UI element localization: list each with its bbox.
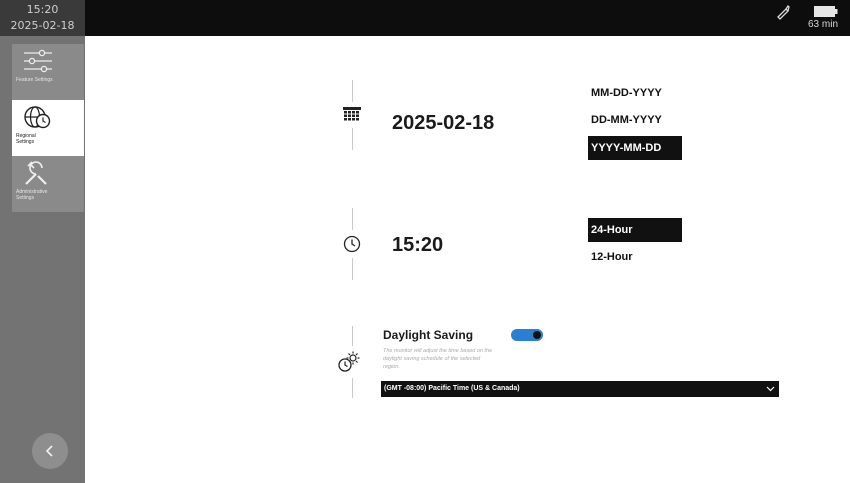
battery-remaining: 63 min [808,19,839,30]
clock-icon [343,235,361,253]
tools-icon [25,161,47,185]
daylight-saving-icon [338,351,360,372]
probe-icon [777,4,790,20]
sidebar-item-regional-settings[interactable]: Regional Settings [12,100,84,156]
sidebar-item-label: Feature Settings [16,77,53,83]
chevron-down-icon [766,386,775,392]
date-format-yyyy-mm-dd[interactable]: YYYY-MM-DD [588,136,682,160]
toggle-knob [533,331,541,339]
timezone-select[interactable]: (GMT -08:00) Pacific Time (US & Canada) [381,381,779,397]
divider [352,378,353,398]
calendar-icon [343,107,361,121]
status-indicators: 63 min [774,3,844,33]
divider [352,258,353,280]
status-date: 2025-02-18 [10,19,75,32]
battery-icon [814,6,838,17]
date-format-dd-mm-yyyy[interactable]: DD-MM-YYYY [588,108,682,132]
time-format-12-hour[interactable]: 12-Hour [588,245,682,269]
sliders-icon [24,49,52,73]
sidebar-item-administrative-settings[interactable]: Administrative Settings [12,156,84,212]
date-format-mm-dd-yyyy[interactable]: MM-DD-YYYY [588,81,682,105]
time-value: 15:20 [392,234,444,256]
divider [352,208,353,230]
status-bar: 15:20 2025-02-18 63 min [0,0,850,36]
sidebar: Feature Settings Regional Settings Admin… [0,36,85,483]
divider [352,128,353,150]
daylight-saving-toggle[interactable] [511,329,543,341]
globe-clock-icon [24,106,51,129]
sidebar-item-label: Regional Settings [16,133,36,145]
sidebar-item-label: Administrative Settings [16,189,48,201]
chevron-left-icon [45,445,53,457]
clock-panel: 15:20 2025-02-18 [0,0,85,36]
daylight-saving-description: The monitor will adjust the time based o… [383,348,493,370]
daylight-saving-title: Daylight Saving [383,328,474,342]
sidebar-item-feature-settings[interactable]: Feature Settings [12,44,84,100]
date-value: 2025-02-18 [392,112,495,134]
timezone-value: (GMT -08:00) Pacific Time (US & Canada) [384,385,520,392]
divider [352,326,353,346]
status-time: 15:20 [26,3,59,16]
time-format-24-hour[interactable]: 24-Hour [588,218,682,242]
divider [352,80,353,102]
back-button[interactable] [32,433,68,469]
